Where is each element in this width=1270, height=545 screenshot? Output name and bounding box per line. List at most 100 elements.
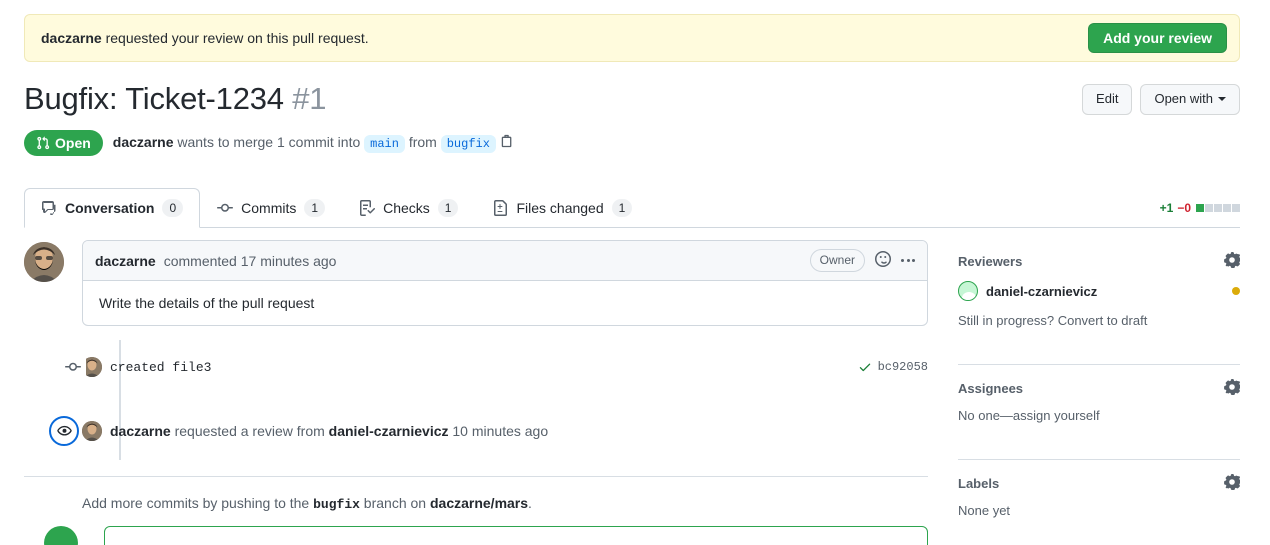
tab-conversation-label: Conversation bbox=[65, 201, 154, 215]
comment-header: daczarne commented 17 minutes ago Owner bbox=[83, 241, 927, 281]
sidebar-section-assignees: Assignees No one—assign yourself bbox=[958, 379, 1240, 437]
head-branch-label[interactable]: bugfix bbox=[441, 135, 496, 153]
assignees-title: Assignees bbox=[958, 381, 1023, 396]
open-with-button[interactable]: Open with bbox=[1140, 84, 1240, 115]
owner-badge: Owner bbox=[810, 249, 865, 272]
tab-conversation[interactable]: Conversation 0 bbox=[24, 188, 200, 228]
add-your-review-button[interactable]: Add your review bbox=[1088, 23, 1227, 53]
merge-text-1: wants to merge bbox=[173, 134, 277, 150]
comment-box: daczarne commented 17 minutes ago Owner … bbox=[82, 240, 928, 326]
diff-additions: +1 bbox=[1160, 201, 1174, 215]
tab-checks[interactable]: Checks 1 bbox=[342, 188, 475, 228]
labels-title: Labels bbox=[958, 476, 999, 491]
commit-message[interactable]: created file3 bbox=[110, 360, 211, 375]
pull-request-page: daczarne requested your review on this p… bbox=[0, 0, 1270, 545]
banner-actor: daczarne bbox=[41, 30, 102, 46]
check-icon bbox=[858, 360, 872, 374]
push-note-text-2: branch on bbox=[360, 495, 430, 511]
reviewers-header: Reviewers bbox=[958, 252, 1240, 271]
tab-checks-label: Checks bbox=[383, 201, 430, 215]
kebab-menu-icon[interactable] bbox=[901, 259, 915, 262]
avatar-image bbox=[24, 242, 64, 282]
title-actions: Edit Open with bbox=[1082, 80, 1240, 115]
copy-icon[interactable] bbox=[500, 134, 514, 151]
push-commits-note: Add more commits by pushing to the bugfi… bbox=[24, 477, 928, 512]
sidebar-section-labels: Labels None yet bbox=[958, 474, 1240, 532]
timeline: created file3 bc92058 bbox=[24, 350, 928, 477]
pull-request-icon bbox=[36, 136, 50, 150]
checklist-icon bbox=[359, 200, 375, 216]
tab-conversation-count: 0 bbox=[162, 199, 183, 217]
merge-text-2: into bbox=[334, 134, 364, 150]
banner-message: daczarne requested your review on this p… bbox=[41, 30, 369, 46]
comment-action: commented 17 minutes ago bbox=[164, 253, 337, 269]
review-request-actor[interactable]: daczarne bbox=[110, 423, 171, 439]
convert-to-draft-note[interactable]: Still in progress? Convert to draft bbox=[958, 313, 1240, 328]
diff-stat: +1 −0 bbox=[1160, 201, 1240, 227]
assignees-header: Assignees bbox=[958, 379, 1240, 398]
title-row: Bugfix: Ticket-1234 #1 Edit Open with bbox=[24, 80, 1240, 117]
reviewer-row[interactable]: daniel-czarnievicz bbox=[958, 281, 1240, 301]
status-badge-label: Open bbox=[55, 135, 91, 151]
comment-thread: daczarne commented 17 minutes ago Owner … bbox=[24, 240, 928, 326]
avatar[interactable] bbox=[24, 242, 64, 282]
tab-commits-label: Commits bbox=[241, 201, 296, 215]
sidebar: Reviewers daniel-czarnievicz Still in pr… bbox=[958, 252, 1240, 545]
push-note-branch: bugfix bbox=[313, 497, 360, 512]
review-request-target[interactable]: daniel-czarnievicz bbox=[329, 423, 449, 439]
reviewer-name[interactable]: daniel-czarnievicz bbox=[986, 284, 1097, 299]
comment-icon bbox=[41, 200, 57, 216]
eye-icon bbox=[49, 416, 79, 446]
comment-header-actions: Owner bbox=[810, 249, 915, 272]
diff-blocks bbox=[1195, 201, 1240, 215]
commit-sha[interactable]: bc92058 bbox=[878, 360, 928, 374]
pr-title-text: Bugfix: Ticket-1234 bbox=[24, 81, 284, 116]
avatar-image bbox=[82, 421, 102, 441]
base-branch-label[interactable]: main bbox=[364, 135, 405, 153]
sidebar-section-reviewers: Reviewers daniel-czarnievicz Still in pr… bbox=[958, 252, 1240, 342]
open-with-label: Open with bbox=[1154, 91, 1213, 108]
commit-status: bc92058 bbox=[858, 360, 928, 374]
tab-commits-count: 1 bbox=[304, 199, 325, 217]
conversation-column: daczarne commented 17 minutes ago Owner … bbox=[24, 240, 928, 545]
tab-commits[interactable]: Commits 1 bbox=[200, 188, 342, 228]
pr-state-row: Open daczarne wants to merge 1 commit in… bbox=[24, 130, 514, 156]
timeline-item-review-request: daczarne requested a review from daniel-… bbox=[82, 414, 928, 448]
sidebar-divider-1 bbox=[958, 364, 1240, 365]
timeline-item-commit: created file3 bc92058 bbox=[82, 350, 928, 384]
smiley-icon[interactable] bbox=[875, 251, 891, 270]
review-requester-avatar[interactable] bbox=[82, 421, 102, 441]
push-note-repo: daczarne/mars bbox=[430, 495, 528, 511]
new-comment-area bbox=[24, 526, 928, 545]
pr-number: #1 bbox=[292, 81, 326, 116]
commit-dot-icon bbox=[60, 354, 86, 380]
timeline-divider bbox=[24, 476, 928, 477]
tab-files-changed-count: 1 bbox=[612, 199, 633, 217]
merge-text-3: from bbox=[405, 134, 441, 150]
merge-info: daczarne wants to merge 1 commit into ma… bbox=[113, 134, 514, 153]
comment-author[interactable]: daczarne bbox=[95, 253, 156, 269]
review-request-banner: daczarne requested your review on this p… bbox=[24, 14, 1240, 62]
merge-author: daczarne bbox=[113, 134, 174, 150]
commit-icon bbox=[217, 200, 233, 216]
tab-files-changed[interactable]: Files changed 1 bbox=[475, 188, 649, 228]
review-request-text-1: requested a review from bbox=[171, 423, 329, 439]
comment-editor[interactable] bbox=[104, 526, 928, 545]
gear-icon[interactable] bbox=[1224, 252, 1240, 271]
labels-header: Labels bbox=[958, 474, 1240, 493]
tab-files-changed-label: Files changed bbox=[516, 201, 603, 215]
gear-icon[interactable] bbox=[1224, 379, 1240, 398]
pr-tabs: Conversation 0 Commits 1 Checks 1 Files … bbox=[24, 184, 1240, 228]
reviewers-title: Reviewers bbox=[958, 254, 1022, 269]
file-diff-icon bbox=[492, 200, 508, 216]
push-note-text-1: Add more commits by pushing to the bbox=[82, 495, 313, 511]
push-note-text-3: . bbox=[528, 495, 532, 511]
gear-icon[interactable] bbox=[1224, 474, 1240, 493]
commit-count: 1 commit bbox=[277, 134, 334, 150]
status-badge: Open bbox=[24, 130, 103, 156]
reviewer-avatar bbox=[958, 281, 978, 301]
assignees-value[interactable]: No one—assign yourself bbox=[958, 408, 1240, 423]
edit-button[interactable]: Edit bbox=[1082, 84, 1132, 115]
current-user-avatar[interactable] bbox=[44, 526, 78, 545]
sidebar-divider-2 bbox=[958, 459, 1240, 460]
